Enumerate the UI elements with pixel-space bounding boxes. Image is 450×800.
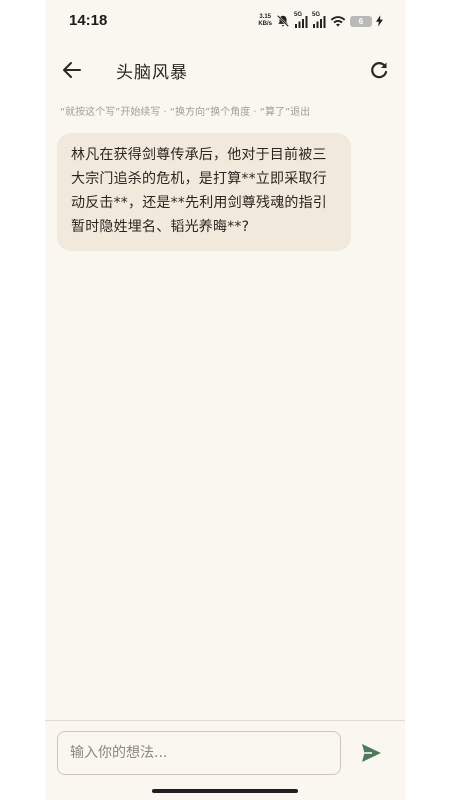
usage-hint: “就按这个写”开始续写 · “换方向”换个角度 · “算了”退出 bbox=[60, 107, 311, 118]
arrow-left-icon bbox=[63, 62, 81, 78]
status-indicators: 3.15 KB/s 5G 5G 6 bbox=[258, 12, 383, 29]
home-indicator[interactable] bbox=[152, 789, 298, 793]
app-bar: 头脑风暴 bbox=[45, 48, 405, 92]
battery-level: 6 bbox=[358, 16, 364, 26]
bell-off-icon bbox=[277, 15, 289, 27]
assistant-message-bubble: 林凡在获得剑尊传承后，他对于目前被三大宗门追杀的危机，是打算**立即采取行动反击… bbox=[57, 133, 351, 251]
battery-indicator: 6 bbox=[350, 15, 372, 27]
composer-divider bbox=[45, 720, 405, 721]
network-speed-unit: KB/s bbox=[258, 21, 272, 27]
network-speed-value: 3.15 bbox=[259, 14, 271, 20]
send-button[interactable] bbox=[359, 741, 383, 765]
refresh-button[interactable] bbox=[367, 58, 391, 82]
network-speed: 3.15 KB/s bbox=[258, 14, 272, 28]
status-bar: 14:18 3.15 KB/s 5G 5G 6 bbox=[45, 0, 405, 42]
message-input[interactable] bbox=[57, 731, 341, 775]
status-time: 14:18 bbox=[69, 12, 108, 29]
bolt-icon bbox=[376, 15, 383, 27]
sim1-signal: 5G bbox=[294, 12, 308, 28]
signal-icon bbox=[295, 16, 308, 28]
signal-icon bbox=[313, 16, 326, 28]
send-icon bbox=[362, 744, 381, 762]
refresh-icon bbox=[371, 62, 388, 79]
wifi-icon bbox=[330, 16, 346, 27]
app-screen: 14:18 3.15 KB/s 5G 5G 6 头脑风暴 “就按这个写”开始续写… bbox=[45, 0, 405, 800]
sim2-signal: 5G bbox=[312, 12, 326, 28]
page-title: 头脑风暴 bbox=[116, 63, 188, 83]
back-button[interactable] bbox=[59, 58, 85, 82]
